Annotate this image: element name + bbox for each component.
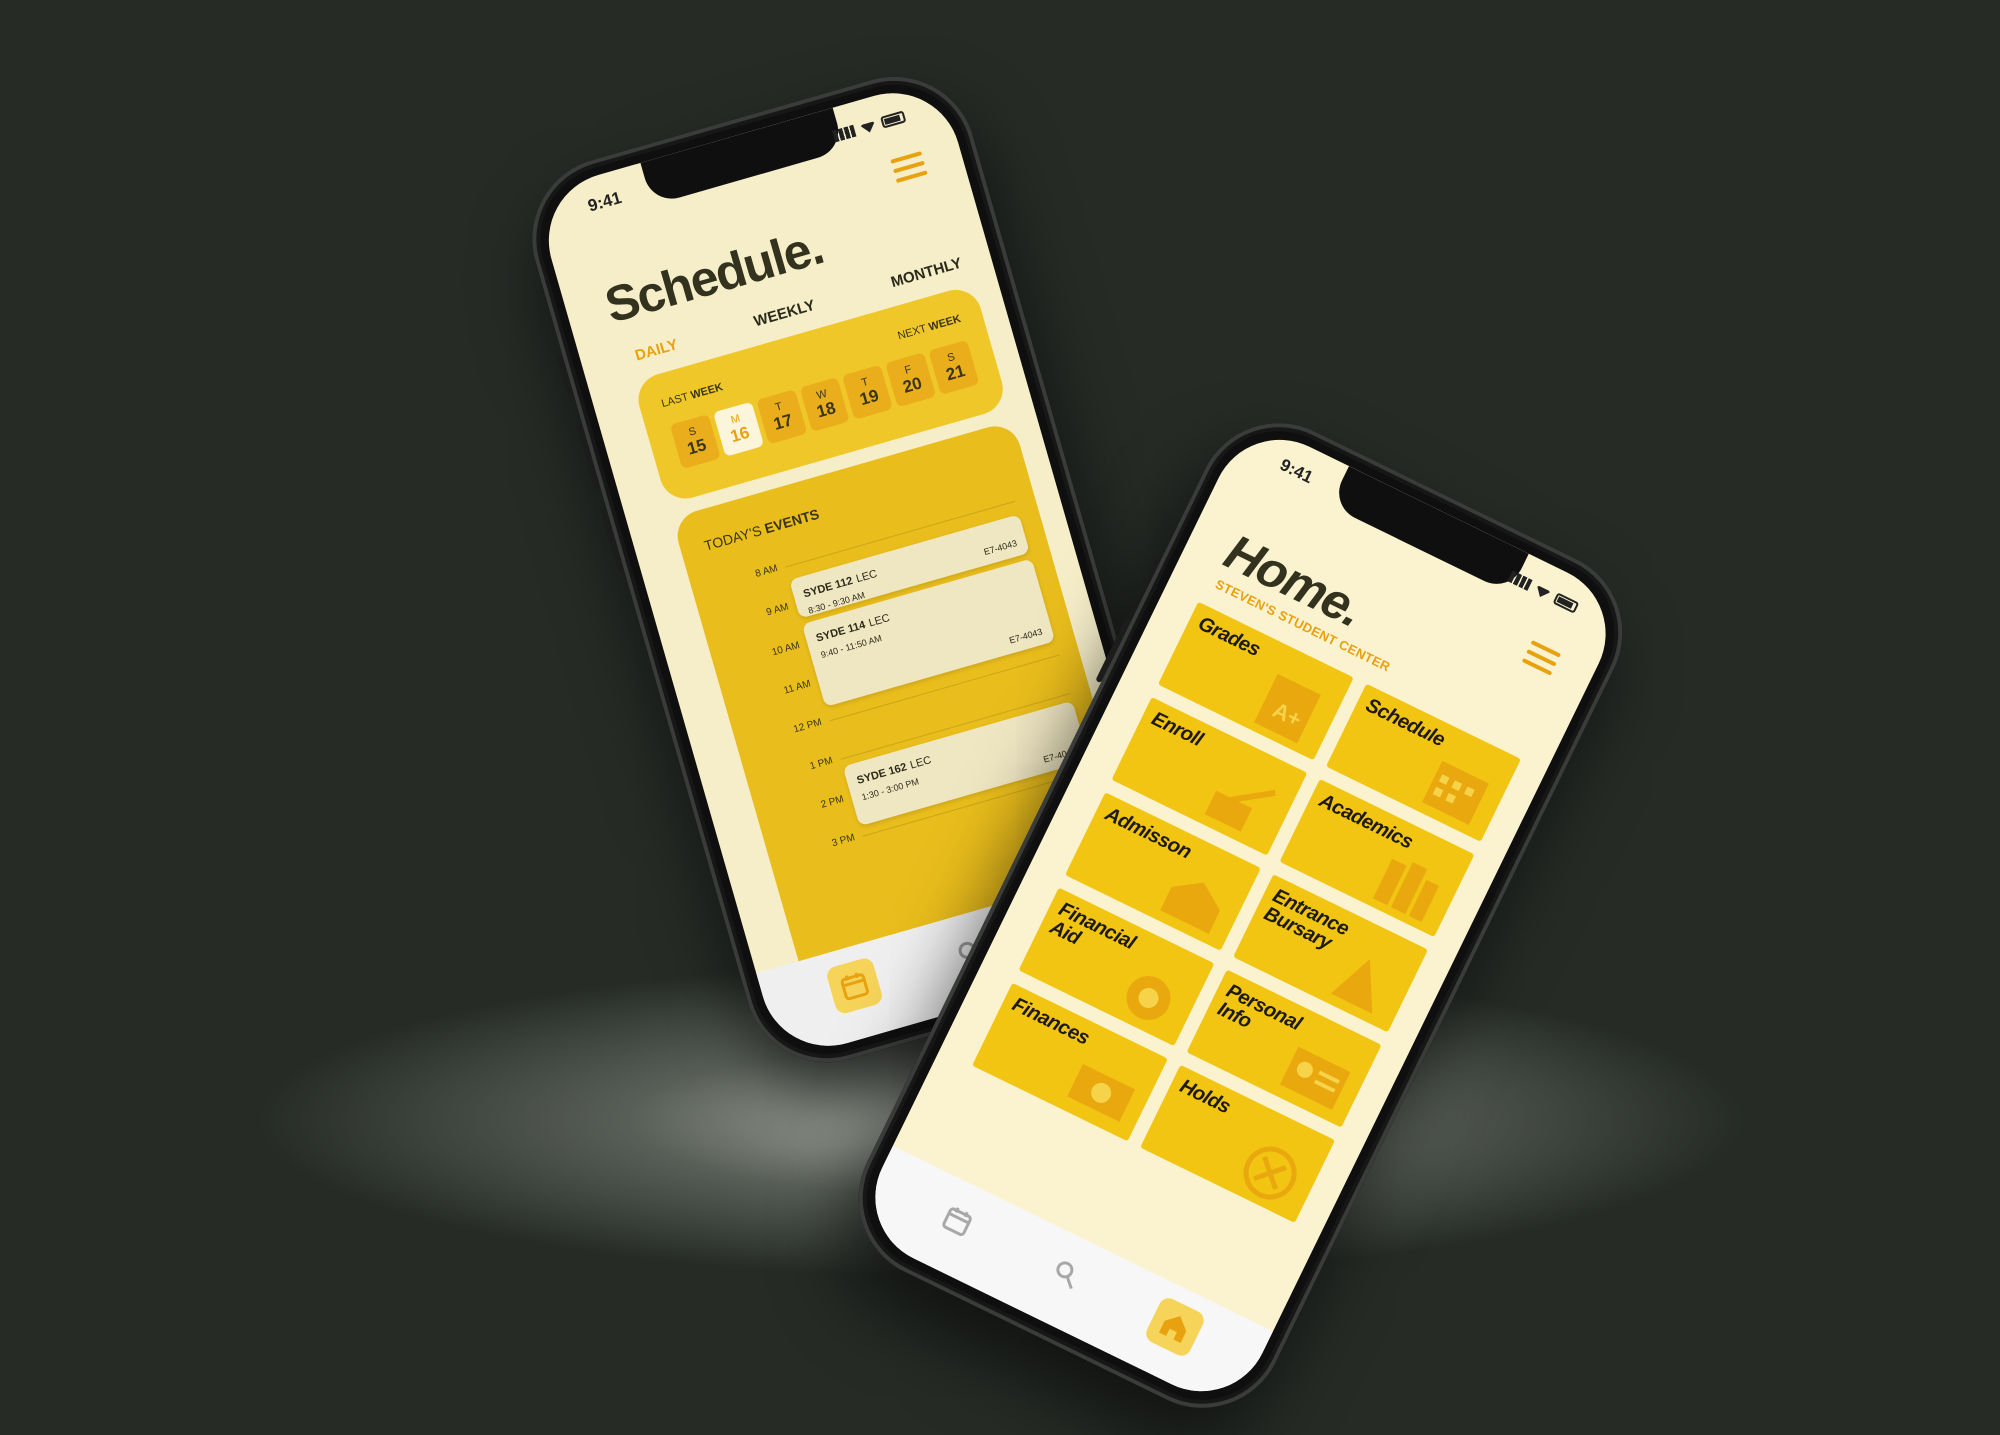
admission-icon bbox=[1159, 882, 1220, 934]
search-icon bbox=[1055, 1261, 1073, 1289]
wifi-icon bbox=[1533, 583, 1553, 601]
next-week-link[interactable]: NEXT WEEK bbox=[896, 313, 962, 343]
day-button[interactable]: S 21 bbox=[928, 339, 980, 396]
battery-icon bbox=[880, 110, 907, 129]
bottom-tab-bar bbox=[852, 1145, 1274, 1415]
battery-icon bbox=[1552, 592, 1580, 614]
calendar-icon bbox=[1422, 760, 1489, 825]
signal-icon bbox=[1507, 570, 1533, 591]
tab-daily[interactable]: DAILY bbox=[633, 336, 680, 364]
signal-icon bbox=[831, 124, 857, 143]
hour-label: 10 AM bbox=[770, 639, 802, 659]
hour-label: 3 PM bbox=[830, 832, 857, 850]
hour-label: 12 PM bbox=[792, 716, 824, 736]
hour-label: 2 PM bbox=[819, 793, 846, 811]
hour-label: 11 AM bbox=[782, 678, 813, 697]
last-week-link[interactable]: LAST WEEK bbox=[660, 381, 724, 410]
hour-label: 1 PM bbox=[808, 755, 835, 773]
home-icon bbox=[1158, 1315, 1186, 1343]
x-circle-icon bbox=[1243, 1146, 1297, 1200]
status-bar: 9:41 bbox=[537, 93, 951, 235]
menu-icon[interactable] bbox=[890, 151, 928, 184]
day-button[interactable]: W 18 bbox=[799, 376, 851, 433]
enroll-icon bbox=[1204, 789, 1276, 832]
tab-calendar[interactable] bbox=[824, 956, 884, 1016]
day-button[interactable]: S 15 bbox=[669, 413, 721, 470]
wifi-icon bbox=[859, 119, 878, 135]
day-button[interactable]: T 19 bbox=[842, 364, 894, 420]
tab-weekly[interactable]: WEEKLY bbox=[752, 297, 817, 331]
hour-label: 9 AM bbox=[765, 601, 791, 619]
grade-icon: A+ bbox=[1253, 673, 1321, 744]
day-button[interactable]: T 17 bbox=[756, 389, 808, 445]
calendar-icon bbox=[941, 1206, 972, 1236]
tab-monthly[interactable]: MONTHLY bbox=[889, 255, 964, 291]
status-time: 9:41 bbox=[585, 187, 624, 216]
tab-search[interactable] bbox=[1034, 1242, 1098, 1306]
books-icon bbox=[1372, 858, 1440, 922]
status-time: 9:41 bbox=[1277, 455, 1316, 488]
day-button[interactable]: F 20 bbox=[885, 352, 937, 408]
hour-label: 8 AM bbox=[754, 563, 779, 580]
tab-home[interactable] bbox=[1142, 1294, 1207, 1359]
events-title: TODAY'S EVENTS bbox=[702, 505, 821, 554]
menu-icon[interactable] bbox=[1521, 640, 1562, 676]
day-button-selected[interactable]: M 16 bbox=[712, 401, 764, 457]
tab-calendar[interactable] bbox=[925, 1189, 989, 1253]
money-icon bbox=[1066, 1063, 1135, 1122]
calendar-icon bbox=[840, 972, 869, 1001]
